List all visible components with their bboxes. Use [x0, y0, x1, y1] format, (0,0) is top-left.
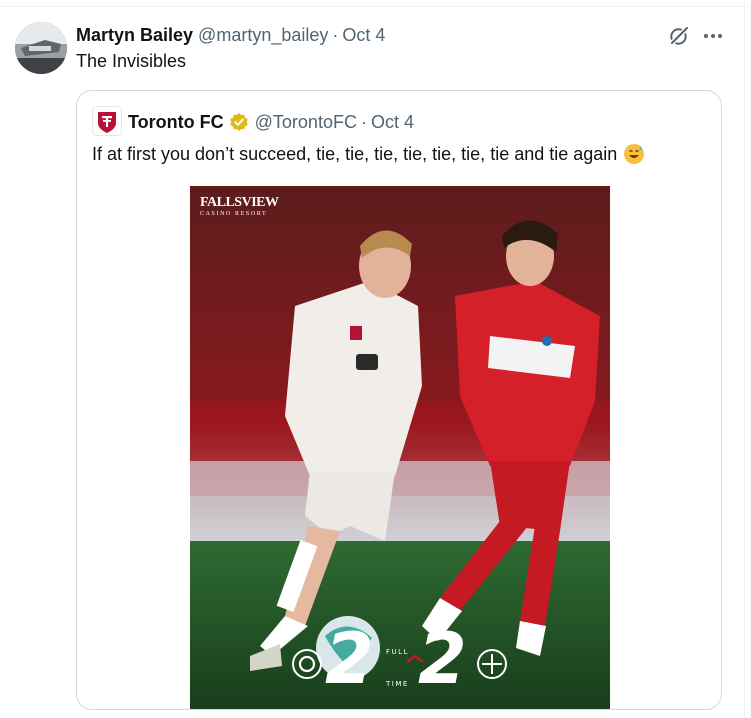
quoted-author-avatar[interactable] — [92, 106, 122, 136]
sponsor-subtitle: CASINO RESORT — [200, 211, 268, 217]
timeline-top-divider — [0, 0, 751, 7]
toronto-fc-logo-icon — [98, 112, 116, 133]
sponsor-logo: FALLSVIEW CASINO RESORT — [200, 195, 279, 218]
quoted-post-date[interactable]: Oct 4 — [371, 112, 414, 133]
post-header: Martyn Bailey @martyn_bailey · Oct 4 — [76, 24, 385, 46]
more-icon — [704, 34, 722, 38]
user-avatar[interactable] — [15, 22, 67, 74]
verified-gold-icon — [229, 113, 248, 131]
quoted-post-text-content: If at first you don’t succeed, tie, tie,… — [92, 143, 618, 164]
home-score: 2 — [325, 618, 374, 700]
author-handle[interactable]: @martyn_bailey — [198, 25, 328, 46]
header-separator: · — [332, 24, 339, 45]
quoted-post-text: If at first you don’t succeed, tie, tie,… — [92, 143, 645, 165]
full-time-label-bottom: TIME — [386, 680, 409, 688]
quoted-header-separator: · — [360, 111, 367, 132]
more-options-button[interactable] — [700, 23, 726, 49]
grok-button[interactable] — [666, 23, 692, 49]
sponsor-name: FALLSVIEW — [200, 195, 279, 210]
grok-icon — [669, 26, 689, 46]
grinning-sweat-emoji — [624, 144, 645, 164]
quoted-post-header: Toronto FC @TorontoFC · Oct 4 — [128, 111, 414, 133]
quoted-author-name[interactable]: Toronto FC — [128, 112, 224, 133]
quoted-post-media[interactable]: FALLSVIEW CASINO RESORT 2 2 FULL TIME — [190, 186, 610, 709]
full-time-label-top: FULL — [386, 648, 409, 656]
quoted-author-handle[interactable]: @TorontoFC — [255, 112, 357, 133]
match-photo — [190, 186, 610, 709]
author-name[interactable]: Martyn Bailey — [76, 25, 193, 46]
post-text: The Invisibles — [76, 51, 187, 71]
post-date[interactable]: Oct 4 — [342, 25, 385, 46]
timeline-right-border — [744, 0, 745, 718]
away-score: 2 — [418, 618, 467, 700]
quoted-post-card[interactable]: Toronto FC @TorontoFC · Oct 4 If at firs… — [76, 90, 722, 710]
